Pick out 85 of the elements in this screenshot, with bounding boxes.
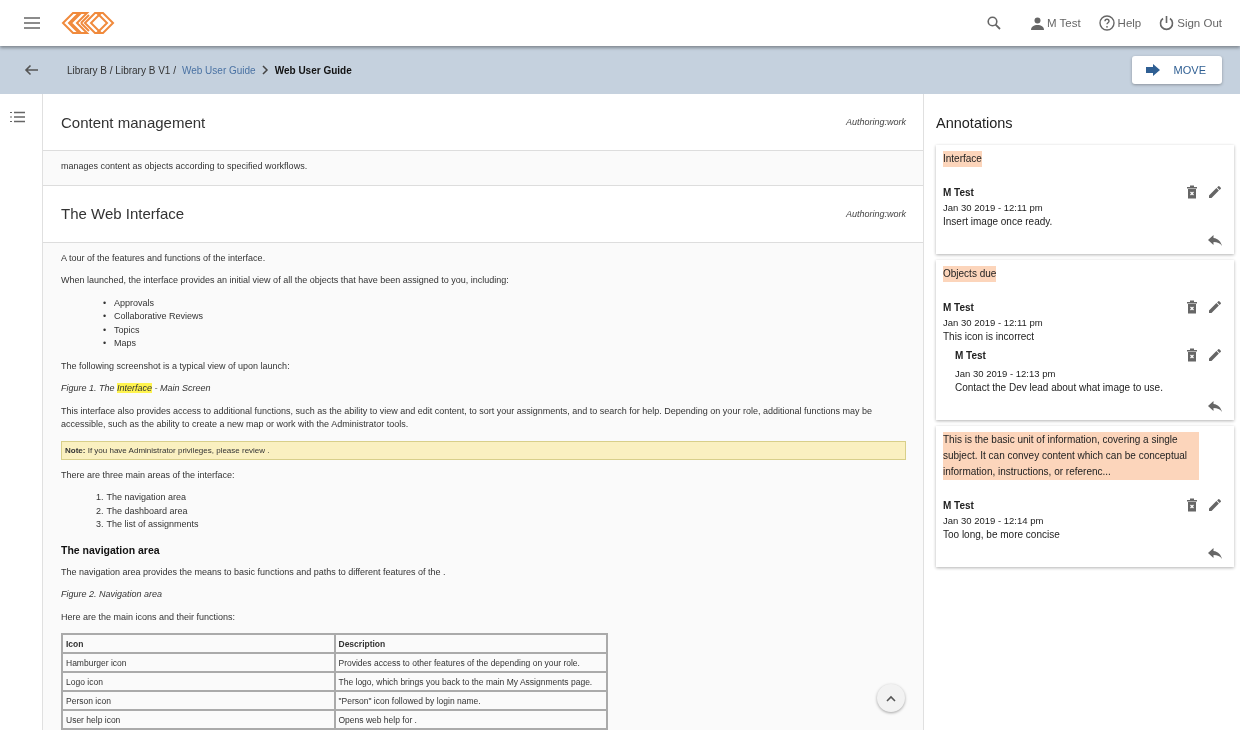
status-label: Authoring:work	[845, 117, 906, 127]
comment-date: Jan 30 2019 - 12:14 pm	[943, 515, 1045, 526]
comment-date: Jan 30 2019 - 12:13 pm	[955, 368, 1057, 379]
table-cell: Person icon	[62, 691, 335, 710]
note-box: Note: If you have Administrator privileges, please review .	[61, 440, 906, 460]
bullet: •	[103, 296, 108, 310]
paragraph: This interface also provides access to additional functions, such as the ability to view and edit content, to sort your assignments, and to search for help. Depending on your role, additional functions may be accessible, such as the ability to create a new map or work with the Administrator tools.	[61, 404, 873, 431]
subheading: The navigation area	[61, 542, 161, 556]
paragraph: When launched, the interface provides an initial view of all the objects that have been assigned to you, including:	[61, 274, 510, 287]
panel-title: Annotations	[936, 115, 1014, 131]
bullet: •	[103, 337, 108, 350]
list-item: Topics	[114, 323, 140, 337]
comment-text: Too long, be more concise	[943, 529, 1061, 540]
list-number: 2.	[96, 504, 104, 518]
reply-icon[interactable]	[1208, 548, 1222, 559]
comment-text: This icon is incorrect	[943, 331, 1036, 342]
comment-text: Insert image once ready.	[943, 216, 1054, 227]
highlighted-quote: This is the basic unit of information, covering a single subject. It can convey content which can be conceptual information, instructions, or referenc...	[943, 432, 1199, 480]
section-title: The Web Interface	[61, 205, 185, 222]
comment-author: M Test	[955, 349, 986, 361]
reply-icon[interactable]	[1208, 401, 1222, 412]
table-cell: The logo, which brings you back to the main My Assignments page.	[334, 672, 607, 691]
section-title: Content management	[61, 113, 206, 131]
comment-text: Contact the Dev lead about what image to use.	[955, 382, 1164, 393]
table-cell: "Person" icon followed by login name.	[334, 691, 607, 710]
list-item: The navigation area	[106, 491, 187, 504]
numbered-list-icon[interactable]	[9, 111, 25, 123]
edit-icon[interactable]	[1208, 300, 1222, 314]
delete-icon[interactable]	[1186, 348, 1198, 362]
list-item: Approvals	[114, 296, 155, 310]
comment-date: Jan 30 2019 - 12:11 pm	[943, 317, 1044, 328]
column-header: Icon	[62, 634, 335, 653]
delete-icon[interactable]	[1186, 300, 1198, 314]
list-item: The dashboard area	[106, 504, 188, 518]
arrow-right-icon	[1145, 64, 1160, 76]
search-icon[interactable]	[986, 16, 1001, 30]
help-button[interactable]: Help	[1098, 15, 1142, 31]
table-cell: Hamburger icon	[62, 653, 335, 672]
list-item: The list of assignments	[106, 518, 199, 531]
breadcrumb-current: Web User Guide	[274, 64, 352, 76]
paragraph: Here are the main icons and their functions:	[61, 610, 237, 624]
user-button[interactable]: M Test	[1030, 16, 1081, 30]
highlighted-quote: Interface	[943, 151, 982, 167]
figure-caption: Figure 2. Navigation area	[61, 588, 164, 601]
paragraph: A tour of the features and functions of the interface.	[61, 251, 267, 265]
chevron-right-icon	[261, 65, 269, 75]
sign-out-button[interactable]: Sign Out	[1159, 15, 1222, 31]
edit-icon[interactable]	[1208, 498, 1222, 512]
scroll-to-top-button[interactable]	[877, 684, 905, 712]
table-cell: Provides access to other features of the depending on your role.	[334, 653, 607, 672]
list-item: Maps	[114, 337, 136, 350]
paragraph: The navigation area provides the means to basic functions and paths to different features of the .	[61, 565, 447, 579]
back-arrow-icon[interactable]	[24, 64, 38, 76]
comment-author: M Test	[943, 499, 974, 511]
comment-author: M Test	[943, 301, 974, 313]
edit-icon[interactable]	[1208, 348, 1222, 362]
list-number: 1.	[96, 491, 104, 504]
status-label: Authoring:work	[845, 208, 906, 219]
paragraph: manages content as objects according to specified workflows.	[61, 160, 309, 173]
move-button[interactable]: MOVE	[1131, 56, 1222, 84]
person-icon	[1030, 16, 1044, 30]
list-number: 3.	[96, 518, 104, 531]
chevron-up-icon	[886, 694, 896, 702]
column-header: Description	[334, 634, 607, 653]
bullet: •	[103, 323, 108, 337]
menu-icon[interactable]	[24, 17, 40, 29]
list-item: Collaborative Reviews	[114, 310, 204, 323]
breadcrumb-link[interactable]: Web User Guide	[181, 64, 256, 76]
breadcrumb-path: Library B / Library B V1 /	[67, 64, 176, 76]
help-icon	[1098, 15, 1115, 31]
reply-icon[interactable]	[1208, 235, 1222, 246]
comment-date: Jan 30 2019 - 12:11 pm	[943, 202, 1044, 213]
figure-caption: Figure 1. The Interface - Main Screen	[61, 382, 212, 395]
table-cell: User help icon	[62, 710, 335, 729]
edit-icon[interactable]	[1208, 185, 1222, 199]
delete-icon[interactable]	[1186, 498, 1198, 512]
paragraph: The following screenshot is a typical view of upon launch:	[61, 359, 291, 373]
highlighted-quote: Objects due	[943, 266, 997, 282]
table-cell: Opens web help for .	[334, 710, 607, 729]
table-cell: Logo icon	[62, 672, 335, 691]
delete-icon[interactable]	[1186, 185, 1198, 199]
power-icon	[1159, 15, 1175, 31]
bullet: •	[103, 310, 108, 323]
comment-author: M Test	[943, 186, 974, 198]
paragraph: There are three main areas of the interface:	[61, 468, 236, 482]
